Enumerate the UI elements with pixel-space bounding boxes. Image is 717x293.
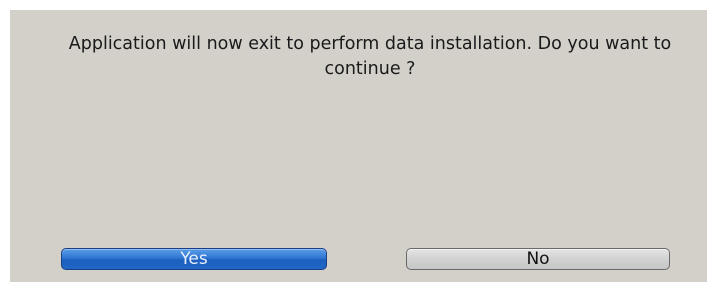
no-button[interactable]: No (406, 248, 670, 270)
confirmation-dialog: Application will now exit to perform dat… (10, 10, 707, 282)
yes-button-label: Yes (180, 249, 208, 269)
yes-button[interactable]: Yes (61, 248, 327, 270)
dialog-message: Application will now exit to perform dat… (68, 34, 672, 79)
no-button-label: No (526, 249, 550, 269)
